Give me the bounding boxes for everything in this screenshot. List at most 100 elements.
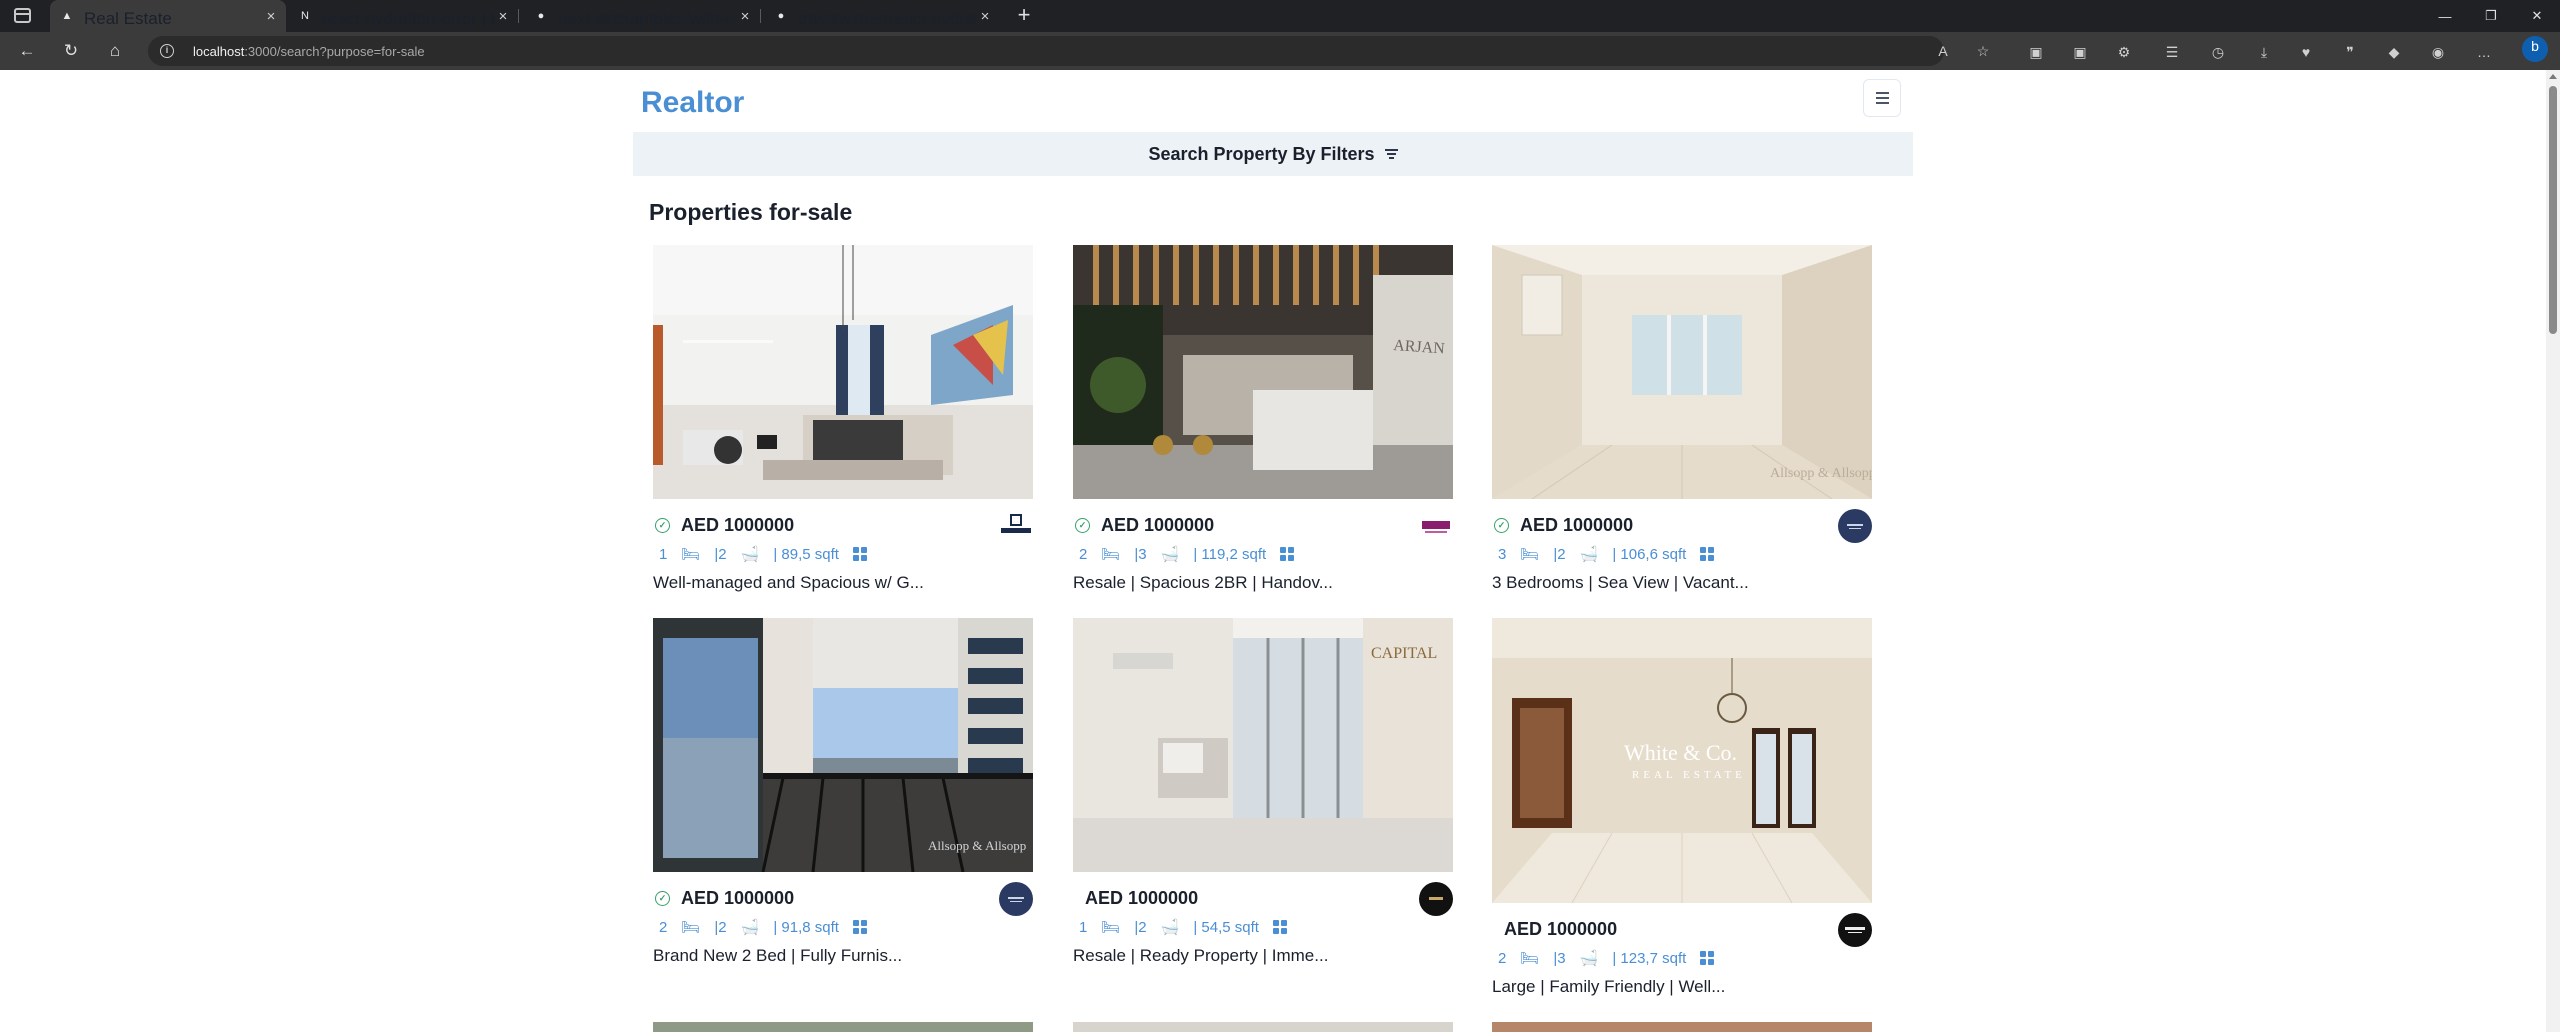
history-icon[interactable]: ◷ [2208, 42, 2228, 62]
property-photo[interactable] [653, 245, 1033, 499]
property-title[interactable]: Brand New 2 Bed | Fully Furnis... [653, 946, 1033, 966]
extension-icon[interactable]: ▣ [2026, 42, 2046, 62]
svg-text:Allsopp & Allsopp: Allsopp & Allsopp [928, 838, 1026, 853]
property-card[interactable]: White & Co. REAL ESTATE AED 1000000 2 🛏 … [1492, 618, 1872, 996]
property-card[interactable]: CAPITAL AED 1000000 1 🛏 |2 🛁 | 54,5 sqft… [1073, 618, 1453, 965]
downloads-icon[interactable]: ⤓ [2254, 42, 2274, 62]
extension-icon[interactable]: ❞ [2340, 42, 2360, 62]
property-price: AED 1000000 [1520, 514, 1634, 535]
favorite-star-icon[interactable]: ☆ [1974, 42, 1992, 60]
search-filters-toggle[interactable]: Search Property By Filters [633, 132, 1913, 176]
scroll-up-arrow-icon[interactable] [2549, 74, 2557, 79]
info-icon[interactable]: i [160, 44, 174, 58]
property-photo[interactable]: Allsopp & Allsopp [653, 618, 1033, 872]
property-price: AED 1000000 [1101, 514, 1215, 535]
address-bar[interactable]: i localhost:3000/search?purpose=for-sale… [148, 36, 1989, 66]
property-title[interactable]: Large | Family Friendly | Well... [1492, 977, 1872, 997]
property-card[interactable]: Allsopp & Allsopp ✓ AED 1000000 3 🛏 |2 🛁… [1492, 245, 1872, 592]
property-card[interactable]: ARJAN ✓ AED 1000000 2 🛏 |3 🛁 | 119,2 sqf… [1073, 245, 1453, 592]
bedroom-count: 2 [1498, 949, 1507, 967]
area-value: | 54,5 sqft [1193, 918, 1259, 936]
area-grid-icon [1700, 951, 1715, 965]
filter-label: Search Property By Filters [1148, 143, 1375, 164]
svg-text:CAPITAL: CAPITAL [1371, 645, 1437, 662]
extension-icon[interactable]: ⚙ [2114, 42, 2134, 62]
property-price: AED 1000000 [1085, 887, 1199, 908]
home-button[interactable]: ⌂ [103, 40, 127, 62]
property-photo[interactable]: CAPITAL [1073, 618, 1453, 872]
property-price: AED 1000000 [681, 514, 795, 535]
tab-title: next.js/examples/with-emotion at [558, 9, 736, 28]
property-card[interactable]: Allsopp & Allsopp ✓ AED 1000000 2 🛏 |2 🛁… [653, 618, 1033, 965]
favorites-icon[interactable]: ☰ [2162, 42, 2182, 62]
svg-text:REAL ESTATE: REAL ESTATE [1632, 769, 1746, 781]
tab-title: traviswimer/react-hydration-pro [798, 9, 976, 28]
close-icon[interactable]: × [262, 8, 280, 25]
page-scrollbar[interactable] [2546, 70, 2560, 1032]
property-photo[interactable]: White & Co. REAL ESTATE [1492, 618, 1872, 903]
tab-hydration-error[interactable]: N react-hydration-error | Next.js × [288, 0, 519, 32]
new-tab-button[interactable]: + [1012, 4, 1036, 28]
close-icon[interactable]: × [736, 8, 754, 25]
browser-toolbar: ← ↻ ⌂ i localhost:3000/search?purpose=fo… [0, 32, 2560, 70]
close-window-button[interactable]: ✕ [2514, 0, 2560, 32]
extension-icon[interactable]: ♥ [2296, 42, 2316, 62]
bed-icon: 🛏 [681, 919, 701, 936]
bed-icon: 🛏 [1520, 546, 1540, 563]
agency-logo-drivenproperties [999, 509, 1033, 543]
property-photo[interactable]: Allsopp & Allsopp [1492, 245, 1872, 499]
bath-icon: 🛁 [1579, 950, 1599, 967]
close-icon[interactable]: × [976, 8, 994, 25]
property-photo[interactable]: ARJAN [1073, 245, 1453, 499]
property-photo[interactable] [1073, 1022, 1453, 1032]
url-text[interactable]: localhost:3000/search?purpose=for-sale [193, 44, 425, 59]
agency-logo-allsopp [1838, 509, 1872, 543]
close-icon[interactable]: × [494, 8, 512, 25]
property-photo[interactable] [653, 1022, 1033, 1032]
tab-title: react-hydration-error | Next.js [322, 9, 494, 28]
property-title[interactable]: 3 Bedrooms | Sea View | Vacant... [1492, 573, 1872, 593]
extension-icon[interactable]: ◆ [2384, 42, 2404, 62]
tab-real-estate[interactable]: ▲ Real Estate × [50, 0, 286, 32]
agency-logo-choice [1419, 509, 1453, 543]
extension-icon[interactable]: ▣ [2070, 42, 2090, 62]
tab-with-emotion[interactable]: ● next.js/examples/with-emotion at × [524, 0, 761, 32]
agency-logo-allsopp [999, 882, 1033, 916]
hamburger-menu-button[interactable] [1863, 79, 1901, 117]
back-button[interactable]: ← [15, 40, 39, 62]
property-title[interactable]: Resale | Spacious 2BR | Handov... [1073, 573, 1453, 593]
tab-title: Real Estate [84, 9, 172, 28]
area-value: | 89,5 sqft [773, 545, 839, 563]
property-title[interactable]: Resale | Ready Property | Imme... [1073, 946, 1453, 966]
property-title[interactable]: Well-managed and Spacious w/ G... [653, 573, 1033, 593]
area-value: | 106,6 sqft [1612, 545, 1687, 563]
profile-avatar-icon[interactable]: ◉ [2428, 42, 2448, 62]
refresh-button[interactable]: ↻ [59, 40, 83, 62]
svg-text:Allsopp & Allsopp: Allsopp & Allsopp [1770, 466, 1872, 481]
agency-logo-whiteco [1838, 913, 1872, 947]
scrollbar-thumb[interactable] [2549, 86, 2557, 334]
restore-button[interactable]: ❐ [2468, 0, 2514, 32]
verified-check-icon: ✓ [1075, 517, 1090, 533]
tab-react-hydration-pro[interactable]: ● traviswimer/react-hydration-pro × [764, 0, 1000, 32]
triangle-icon: ▲ [61, 10, 73, 22]
filter-icon [1384, 149, 1398, 159]
tab-actions-icon[interactable] [14, 8, 31, 23]
read-aloud-icon[interactable]: A [1934, 42, 1952, 60]
verified-check-icon: ✓ [1494, 517, 1509, 533]
area-grid-icon [1272, 920, 1287, 934]
bedroom-count: 2 [1079, 545, 1088, 563]
minimize-button[interactable]: — [2422, 0, 2468, 32]
bed-icon: 🛏 [681, 546, 701, 563]
bath-icon: 🛁 [1160, 546, 1180, 563]
bathroom-count: |2 [1553, 545, 1566, 563]
verified-check-icon: ✓ [655, 517, 670, 533]
bedroom-count: 2 [659, 918, 668, 936]
logo[interactable]: Realtor [641, 86, 744, 120]
more-icon[interactable]: … [2474, 42, 2494, 62]
bing-icon[interactable]: b [2522, 36, 2548, 62]
property-photo[interactable] [1492, 1022, 1872, 1032]
property-card[interactable]: ✓ AED 1000000 1 🛏 |2 🛁 | 89,5 sqft Well-… [653, 245, 1033, 592]
property-price: AED 1000000 [681, 887, 795, 908]
area-grid-icon [852, 547, 867, 561]
